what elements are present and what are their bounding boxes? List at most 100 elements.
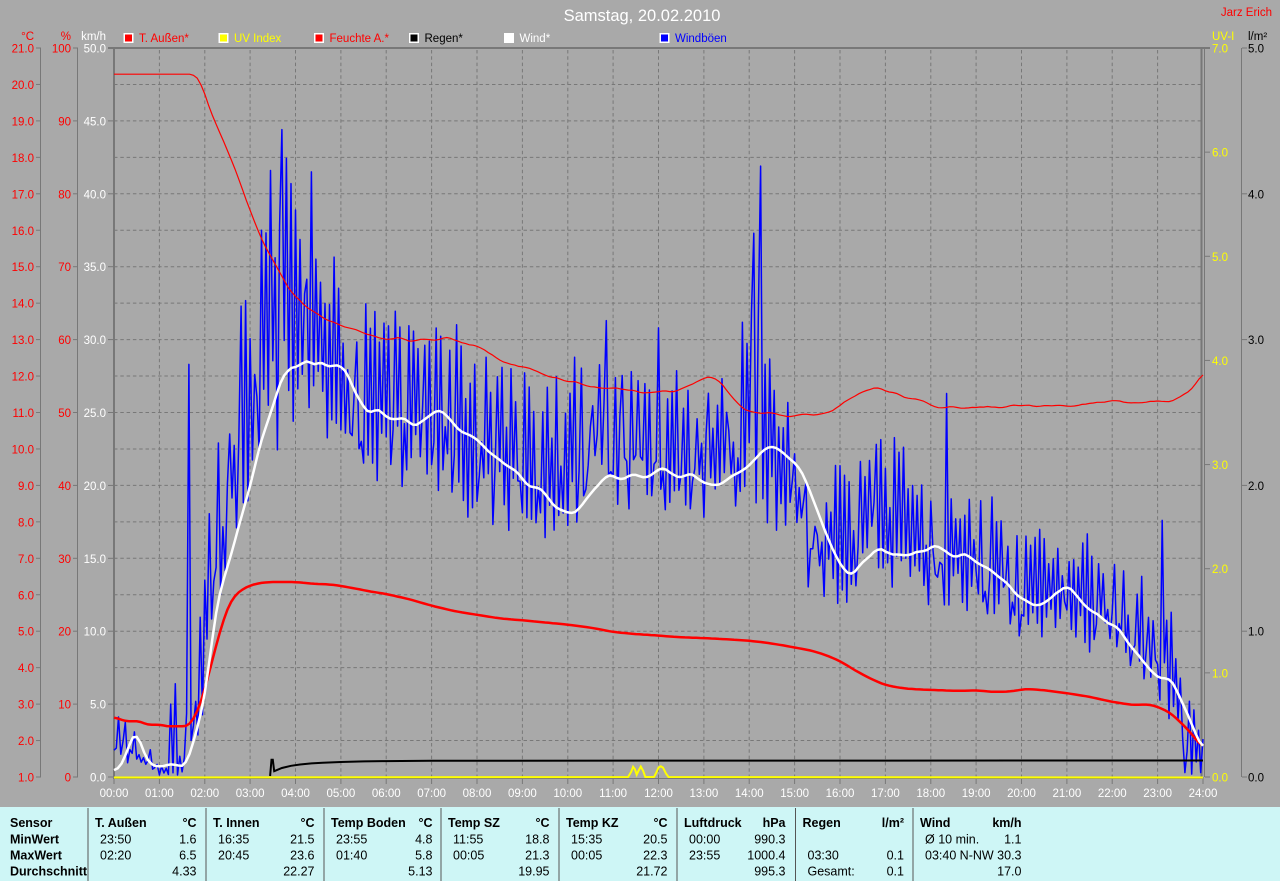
svg-text:15:35: 15:35 [571, 833, 602, 847]
svg-text:3.0: 3.0 [1212, 460, 1228, 472]
svg-text:20:45: 20:45 [218, 849, 249, 863]
svg-text:1000.4: 1000.4 [747, 849, 785, 863]
svg-text:21.5: 21.5 [290, 833, 314, 847]
svg-text:1.0: 1.0 [1248, 627, 1264, 639]
svg-text:1.0: 1.0 [1212, 668, 1228, 680]
svg-text:MinWert: MinWert [10, 833, 60, 847]
svg-text:hPa: hPa [763, 816, 787, 830]
svg-text:°C: °C [653, 816, 667, 830]
svg-text:6.5: 6.5 [179, 849, 196, 863]
svg-text:07:00: 07:00 [417, 788, 446, 800]
svg-text:19.0: 19.0 [12, 116, 34, 128]
svg-text:24:00: 24:00 [1189, 788, 1218, 800]
svg-text:30: 30 [58, 554, 71, 566]
svg-text:50.0: 50.0 [84, 44, 106, 56]
svg-text:0: 0 [65, 773, 71, 785]
svg-text:60: 60 [58, 335, 71, 347]
svg-text:10:00: 10:00 [553, 788, 582, 800]
svg-text:Samstag, 20.02.2010: Samstag, 20.02.2010 [564, 7, 721, 25]
svg-text:17.0: 17.0 [12, 189, 34, 201]
svg-text:70: 70 [58, 262, 71, 274]
svg-text:°C: °C [300, 816, 314, 830]
svg-text:15.0: 15.0 [84, 554, 106, 566]
svg-text:Jarz Erich: Jarz Erich [1221, 7, 1272, 19]
svg-text:0.1: 0.1 [887, 865, 904, 879]
svg-text:80: 80 [58, 189, 71, 201]
svg-text:5.8: 5.8 [415, 849, 432, 863]
svg-text:40: 40 [58, 481, 71, 493]
svg-text:100: 100 [52, 44, 71, 56]
svg-text:5.0: 5.0 [1248, 44, 1264, 56]
svg-text:22.3: 22.3 [643, 849, 667, 863]
svg-text:12.0: 12.0 [12, 372, 34, 384]
svg-text:45.0: 45.0 [84, 116, 106, 128]
svg-text:03:00: 03:00 [236, 788, 265, 800]
svg-text:4.0: 4.0 [18, 663, 34, 675]
svg-text:4.0: 4.0 [1248, 189, 1264, 201]
svg-text:03:40: 03:40 [925, 849, 956, 863]
svg-text:12:00: 12:00 [644, 788, 673, 800]
svg-text:40.0: 40.0 [84, 189, 106, 201]
svg-text:3.0: 3.0 [1248, 335, 1264, 347]
svg-text:17:00: 17:00 [871, 788, 900, 800]
svg-text:23:55: 23:55 [336, 833, 367, 847]
svg-text:14:00: 14:00 [735, 788, 764, 800]
svg-text:l/m²: l/m² [1248, 31, 1267, 43]
svg-text:Regen*: Regen* [425, 33, 464, 45]
svg-text:T. Außen: T. Außen [95, 816, 147, 830]
svg-text:08:00: 08:00 [463, 788, 492, 800]
svg-text:°C: °C [535, 816, 549, 830]
svg-text:km/h: km/h [81, 31, 106, 43]
svg-text:N-NW 30.3: N-NW 30.3 [960, 849, 1022, 863]
svg-text:23:50: 23:50 [100, 833, 131, 847]
svg-text:Regen: Regen [803, 816, 841, 830]
svg-text:00:05: 00:05 [453, 849, 484, 863]
svg-text:0.1: 0.1 [887, 849, 904, 863]
svg-text:km/h: km/h [992, 816, 1021, 830]
svg-text:1.1: 1.1 [1004, 833, 1021, 847]
svg-text:Ø 10 min.: Ø 10 min. [925, 833, 979, 847]
svg-text:UV-I: UV-I [1212, 31, 1234, 43]
svg-text:5.0: 5.0 [18, 627, 34, 639]
svg-text:Temp SZ: Temp SZ [448, 816, 500, 830]
svg-text:2.0: 2.0 [1248, 481, 1264, 493]
svg-text:Windböen: Windböen [675, 33, 727, 45]
svg-text:6.0: 6.0 [18, 590, 34, 602]
svg-text:0.0: 0.0 [1248, 773, 1264, 785]
svg-text:00:05: 00:05 [571, 849, 602, 863]
svg-text:Wind: Wind [920, 816, 950, 830]
svg-text:11:55: 11:55 [453, 833, 483, 847]
svg-text:14.0: 14.0 [12, 299, 34, 311]
svg-text:10.0: 10.0 [12, 444, 34, 456]
svg-text:9.0: 9.0 [18, 481, 34, 493]
svg-text:%: % [61, 31, 71, 43]
svg-text:21.0: 21.0 [12, 44, 34, 56]
svg-text:01:40: 01:40 [336, 849, 367, 863]
svg-text:Wind*: Wind* [520, 33, 551, 45]
svg-text:18:00: 18:00 [916, 788, 945, 800]
svg-text:35.0: 35.0 [84, 262, 106, 274]
svg-text:7.0: 7.0 [18, 554, 34, 566]
svg-text:10.0: 10.0 [84, 627, 106, 639]
svg-text:5.0: 5.0 [1212, 252, 1228, 264]
svg-text:l/m²: l/m² [882, 816, 904, 830]
svg-text:22:00: 22:00 [1098, 788, 1127, 800]
svg-text:20:00: 20:00 [1007, 788, 1036, 800]
svg-text:T. Außen*: T. Außen* [139, 33, 189, 45]
svg-text:06:00: 06:00 [372, 788, 401, 800]
svg-text:11.0: 11.0 [12, 408, 34, 420]
svg-text:23:55: 23:55 [689, 849, 720, 863]
svg-text:05:00: 05:00 [326, 788, 355, 800]
svg-text:18.0: 18.0 [12, 153, 34, 165]
svg-text:°C: °C [21, 31, 34, 43]
svg-text:2.0: 2.0 [1212, 564, 1228, 576]
svg-text:01:00: 01:00 [145, 788, 174, 800]
svg-text:4.0: 4.0 [1212, 356, 1228, 368]
svg-text:Temp KZ: Temp KZ [566, 816, 619, 830]
svg-text:50: 50 [58, 408, 71, 420]
svg-text:5.0: 5.0 [90, 700, 106, 712]
svg-text:16:00: 16:00 [826, 788, 855, 800]
svg-text:1.0: 1.0 [18, 773, 34, 785]
svg-text:16.0: 16.0 [12, 226, 34, 238]
svg-text:25.0: 25.0 [84, 408, 106, 420]
